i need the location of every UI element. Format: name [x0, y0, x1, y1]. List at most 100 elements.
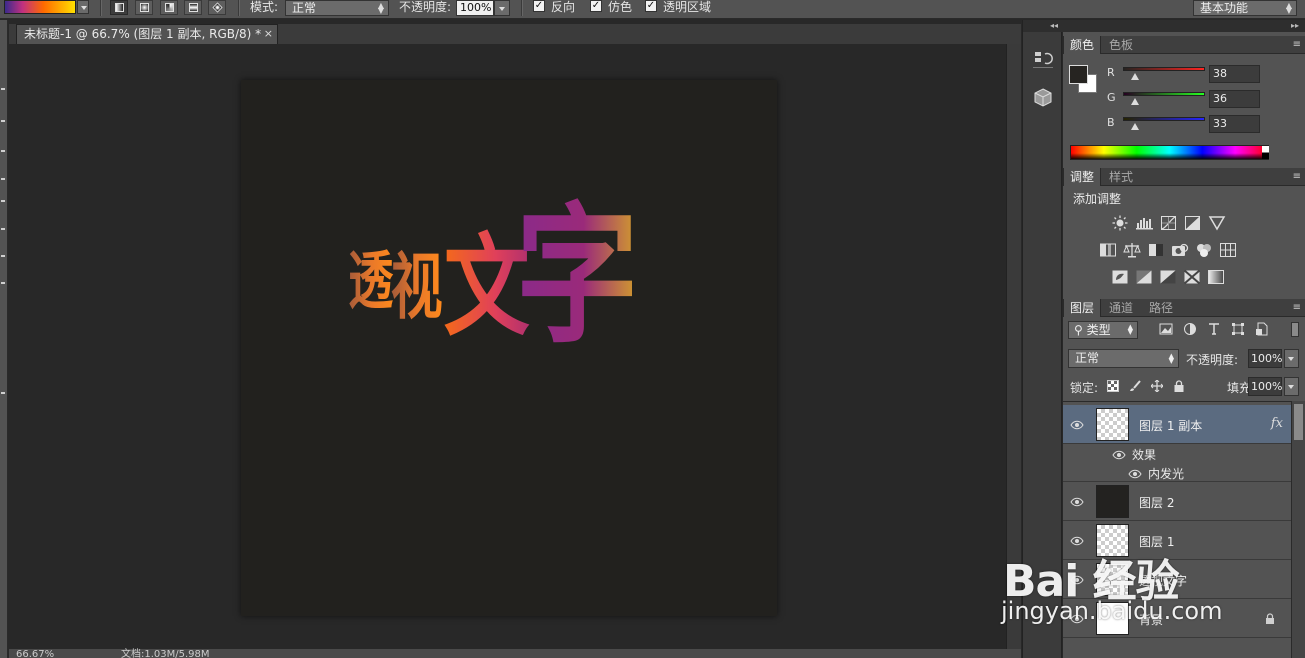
tab-channels[interactable]: 通道 — [1103, 299, 1139, 317]
expand-arrows-icon[interactable]: ▸▸ — [1063, 20, 1305, 32]
levels-icon[interactable] — [1136, 215, 1154, 231]
eye-icon[interactable] — [1070, 496, 1084, 507]
layers-scrollbar[interactable] — [1291, 401, 1305, 658]
brightness-contrast-icon[interactable] — [1111, 215, 1129, 231]
effects-row[interactable]: 效果 — [1063, 444, 1291, 463]
blend-mode-select[interactable]: 正常 ▲ ▼ — [1068, 349, 1179, 368]
layer-name[interactable]: 图层 1 — [1139, 533, 1174, 550]
zoom-readout[interactable]: 66.67% — [16, 649, 54, 658]
color-balance-icon[interactable] — [1123, 242, 1141, 258]
eye-icon[interactable] — [1128, 468, 1142, 479]
layer-row[interactable]: 图层 2 — [1063, 482, 1291, 521]
collapse-arrows-icon[interactable]: ◂◂ — [1023, 20, 1063, 32]
inner-glow-row[interactable]: 内发光 — [1063, 463, 1291, 482]
close-icon[interactable]: × — [264, 25, 273, 43]
lock-all-icon[interactable] — [1173, 380, 1185, 392]
document-tab[interactable]: 未标题-1 @ 66.7% (图层 1 副本, RGB/8) * × — [16, 24, 278, 44]
panel-menu-icon[interactable]: ≡ — [1293, 299, 1301, 317]
green-input[interactable]: 36 — [1209, 90, 1260, 108]
layer-name[interactable]: 图层 2 — [1139, 494, 1174, 511]
black-white-icon[interactable] — [1147, 242, 1165, 258]
color-lookup-icon[interactable] — [1219, 242, 1237, 258]
diamond-gradient-button[interactable] — [208, 0, 226, 15]
canvas-viewport[interactable]: 透 视 文 字 — [9, 44, 1006, 649]
layer-opacity-input[interactable]: 100% — [1248, 349, 1282, 368]
tab-paths[interactable]: 路径 — [1143, 299, 1179, 317]
eye-icon[interactable] — [1070, 535, 1084, 546]
transparency-checkbox[interactable]: ✓ — [645, 0, 657, 12]
channel-mixer-icon[interactable] — [1195, 242, 1213, 258]
blue-input[interactable]: 33 — [1209, 115, 1260, 133]
gradient-picker-dropdown[interactable] — [77, 0, 89, 14]
layer-opacity-dropdown[interactable] — [1284, 349, 1299, 368]
document-size[interactable]: 文档:1.03M/5.98M — [121, 649, 210, 658]
red-input[interactable]: 38 — [1209, 65, 1260, 83]
mode-select[interactable]: 正常 ▲ ▼ — [285, 0, 389, 16]
fill-dropdown[interactable] — [1284, 377, 1299, 396]
reverse-checkbox[interactable]: ✓ — [533, 0, 545, 12]
filter-type-icon[interactable] — [1207, 322, 1221, 336]
hue-saturation-icon[interactable] — [1099, 242, 1117, 258]
scrollbar-thumb[interactable] — [1294, 404, 1303, 440]
exposure-icon[interactable] — [1184, 215, 1202, 231]
lock-image-pixels-icon[interactable] — [1129, 380, 1141, 392]
photo-filter-icon[interactable] — [1171, 242, 1189, 258]
posterize-icon[interactable] — [1135, 269, 1153, 285]
lock-transparent-pixels-icon[interactable] — [1107, 380, 1119, 392]
blue-slider[interactable] — [1123, 117, 1205, 121]
opacity-input[interactable]: 100% — [456, 0, 494, 16]
workspace-select[interactable]: 基本功能 ▲ ▼ — [1193, 0, 1297, 16]
vibrance-icon[interactable] — [1208, 215, 1226, 231]
eye-icon[interactable] — [1070, 574, 1084, 585]
angle-gradient-button[interactable] — [160, 0, 178, 15]
eye-icon[interactable] — [1070, 419, 1084, 430]
opacity-dropdown[interactable] — [494, 0, 510, 16]
lock-position-icon[interactable] — [1150, 379, 1164, 393]
filter-adjustment-icon[interactable] — [1183, 322, 1197, 336]
layer-name[interactable]: 背景 — [1139, 611, 1163, 628]
layer-name[interactable]: 图层 1 副本 — [1139, 417, 1202, 434]
filter-smart-object-icon[interactable] — [1255, 322, 1269, 336]
gradient-preview-swatch[interactable] — [4, 0, 76, 14]
panel-menu-icon[interactable]: ≡ — [1293, 168, 1301, 186]
gradient-map-icon[interactable] — [1207, 269, 1225, 285]
eye-icon[interactable] — [1070, 613, 1084, 624]
foreground-color-swatch[interactable] — [1069, 65, 1088, 84]
vertical-scrollbar[interactable] — [1006, 44, 1021, 649]
curves-icon[interactable] — [1160, 215, 1178, 231]
color-spectrum-bar[interactable] — [1070, 145, 1269, 160]
panel-menu-icon[interactable]: ≡ — [1293, 36, 1301, 54]
properties-panel-button[interactable] — [1031, 86, 1055, 108]
linear-gradient-button[interactable] — [110, 0, 128, 15]
tab-color[interactable]: 颜色 — [1063, 36, 1102, 54]
filter-pixel-icon[interactable] — [1159, 322, 1173, 336]
threshold-icon[interactable] — [1159, 269, 1177, 285]
black-white-swatch[interactable] — [1262, 146, 1269, 159]
tab-adjustments[interactable]: 调整 — [1063, 168, 1102, 186]
fx-icon[interactable]: fx — [1271, 416, 1283, 431]
radial-gradient-button[interactable] — [135, 0, 153, 15]
canvas[interactable]: 透 视 文 字 — [241, 80, 777, 616]
reflected-gradient-button[interactable] — [184, 0, 202, 15]
tab-styles[interactable]: 样式 — [1103, 168, 1139, 186]
green-slider[interactable] — [1123, 92, 1205, 96]
green-slider-thumb[interactable] — [1131, 98, 1139, 105]
red-slider[interactable] — [1123, 67, 1205, 71]
tab-swatches[interactable]: 色板 — [1103, 36, 1139, 54]
blue-slider-thumb[interactable] — [1131, 123, 1139, 130]
eye-icon[interactable] — [1112, 449, 1126, 460]
filter-toggle-switch[interactable] — [1291, 322, 1299, 337]
filter-shape-icon[interactable] — [1231, 322, 1245, 336]
red-slider-thumb[interactable] — [1131, 73, 1139, 80]
selective-color-icon[interactable] — [1183, 269, 1201, 285]
dither-checkbox[interactable]: ✓ — [590, 0, 602, 12]
layer-row[interactable]: 图层 1 副本 fx — [1063, 405, 1291, 444]
layer-row[interactable]: 背景 — [1063, 599, 1291, 638]
history-panel-button[interactable] — [1031, 48, 1055, 70]
tools-panel-edge[interactable] — [0, 20, 8, 658]
invert-icon[interactable] — [1111, 269, 1129, 285]
fill-input[interactable]: 100% — [1248, 377, 1282, 396]
layer-name[interactable]: 透视文字 — [1139, 572, 1187, 589]
layer-row[interactable]: 图层 1 — [1063, 521, 1291, 560]
layer-row[interactable]: 透视文字 — [1063, 560, 1291, 599]
